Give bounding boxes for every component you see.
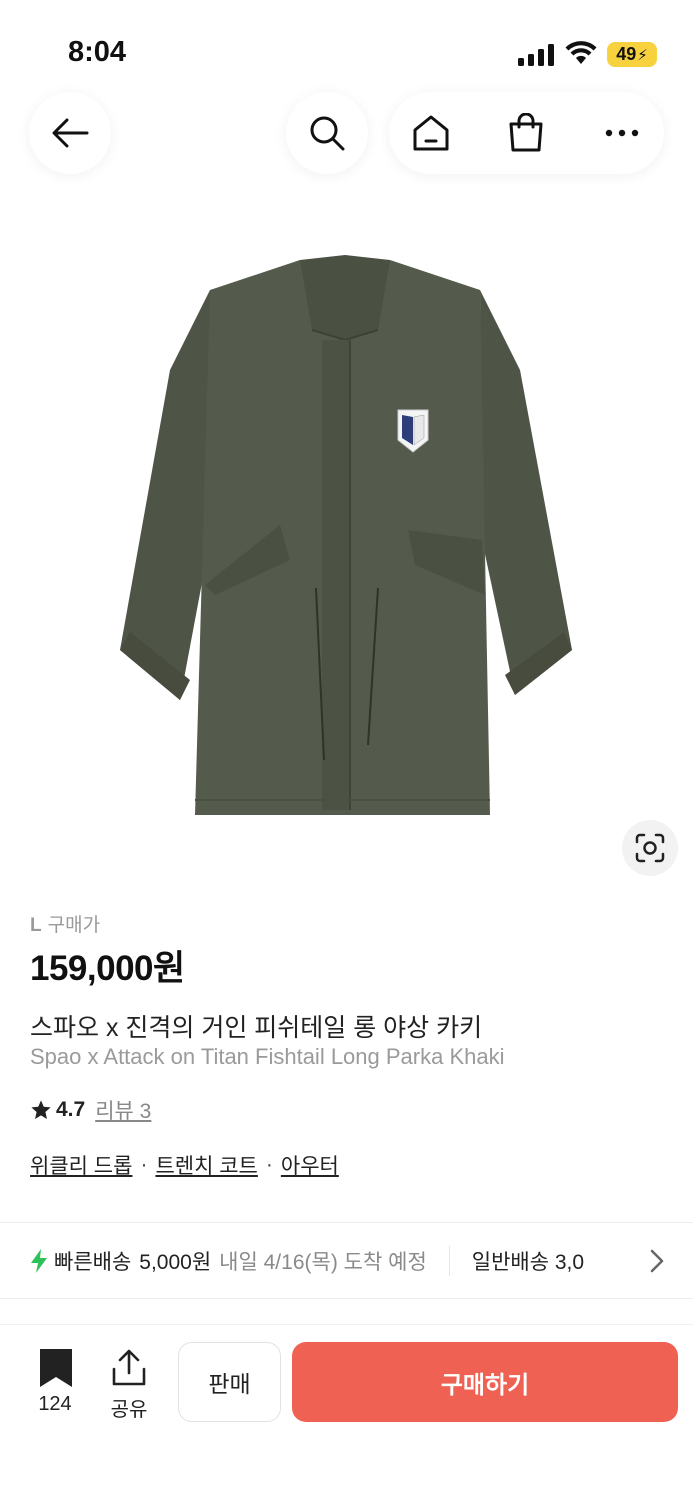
- fast-delivery-eta: 내일 4/16(목) 도착 예정: [219, 1251, 427, 1274]
- back-arrow-icon: [52, 118, 89, 148]
- size-label: L 구매가: [30, 910, 100, 937]
- buy-button[interactable]: 구매하기: [292, 1342, 678, 1422]
- search-icon: [310, 116, 345, 151]
- back-button[interactable]: [29, 92, 111, 174]
- category-link-trench-coat[interactable]: 트렌치 코트: [155, 1150, 257, 1180]
- product-title-english: Spao x Attack on Titan Fishtail Long Par…: [30, 1044, 505, 1069]
- search-button[interactable]: [286, 92, 368, 174]
- sell-button[interactable]: 판매: [178, 1342, 281, 1422]
- divider: [0, 1222, 693, 1223]
- fast-delivery-label: 빠른배송: [54, 1251, 132, 1274]
- product-title-korean: 스파오 x 진격의 거인 피쉬테일 롱 야상 카키: [30, 1014, 483, 1042]
- bookmark-icon: [40, 1349, 72, 1387]
- bottom-action-bar: 124 공유 판매 구매하기: [0, 1324, 693, 1500]
- battery-indicator: 49 ⚡: [607, 42, 657, 67]
- lens-icon: [635, 833, 665, 863]
- shopping-bag-icon: [509, 113, 543, 152]
- home-button[interactable]: [408, 110, 454, 156]
- cart-button[interactable]: [503, 110, 549, 156]
- size-value: L: [30, 915, 42, 936]
- standard-delivery-label: 일반배송 3,0: [471, 1251, 585, 1274]
- charging-icon: ⚡: [637, 46, 648, 64]
- home-icon: [413, 115, 449, 151]
- bookmark-count: 124: [38, 1393, 72, 1415]
- divider: [448, 1246, 450, 1276]
- wifi-icon: [565, 41, 597, 64]
- share-icon: [112, 1349, 146, 1386]
- share-label: 공유: [110, 1399, 148, 1421]
- more-button[interactable]: [599, 110, 645, 156]
- category-link-outer[interactable]: 아우터: [281, 1150, 339, 1180]
- image-search-button[interactable]: [622, 820, 678, 876]
- status-bar: 8:04 49 ⚡: [0, 0, 693, 90]
- nav-pill: [389, 92, 664, 174]
- more-icon: [605, 129, 639, 137]
- delivery-options[interactable]: 빠른배송 5,000원 내일 4/16(목) 도착 예정 일반배송 3,0: [30, 1244, 693, 1278]
- category-separator: ·: [140, 1153, 148, 1176]
- price: 159,000원: [30, 949, 185, 988]
- review-link[interactable]: 리뷰 3: [95, 1095, 151, 1125]
- purchase-price-label: 구매가: [47, 915, 101, 936]
- category-link-weekly-drop[interactable]: 위클리 드롭: [30, 1150, 132, 1180]
- star-icon: [31, 1100, 51, 1119]
- rating-row: 4.7 리뷰 3: [30, 1095, 151, 1125]
- product-image[interactable]: [90, 240, 600, 840]
- battery-level: 49: [616, 44, 637, 64]
- rating-value: 4.7: [56, 1098, 86, 1121]
- category-separator: ·: [265, 1153, 273, 1176]
- fast-delivery-fee: 5,000원: [139, 1251, 212, 1274]
- cellular-signal-icon: [518, 44, 554, 66]
- lightning-icon: [31, 1249, 47, 1273]
- status-time: 8:04: [68, 36, 127, 68]
- chevron-right-icon[interactable]: [648, 1248, 666, 1274]
- divider: [0, 1298, 693, 1299]
- category-links: 위클리 드롭 · 트렌치 코트 · 아우터: [30, 1150, 339, 1180]
